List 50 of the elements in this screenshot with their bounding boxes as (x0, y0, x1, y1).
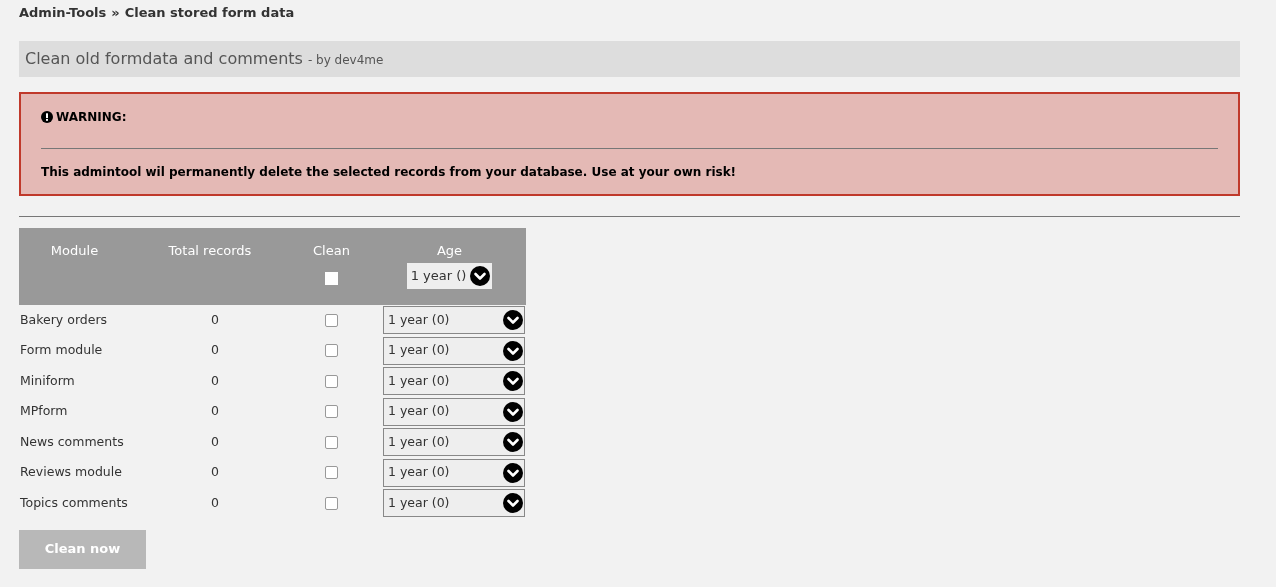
table-cell-text: Form module (19, 341, 104, 360)
chevron-down-icon (503, 493, 523, 514)
chevron-down-icon (503, 310, 523, 331)
warning-title: WARNING: (56, 109, 127, 126)
age-select[interactable]: 1 year (0) (383, 306, 525, 335)
breadcrumb-separator: » (111, 4, 120, 23)
checkbox[interactable] (325, 405, 338, 419)
age-select[interactable]: 1 year (0) (383, 489, 525, 518)
age-select[interactable]: 1 year (0) (383, 458, 525, 487)
checkbox[interactable] (325, 344, 338, 358)
age-select[interactable]: 1 year (0) (383, 336, 525, 365)
chevron-down-icon (503, 462, 523, 483)
breadcrumb-current: Clean stored form data (124, 4, 295, 23)
age-select[interactable]: 1 year (0) (383, 397, 525, 426)
column-header: Module (50, 242, 99, 260)
age-select[interactable]: 1 year (0) (383, 428, 525, 457)
checkbox[interactable] (325, 374, 338, 388)
breadcrumb-link[interactable]: Admin-Tools (19, 3, 107, 23)
select-all-checkbox[interactable] (325, 271, 338, 285)
checkbox[interactable] (325, 313, 338, 327)
panel-byline: - by dev4me (307, 52, 384, 69)
table-cell-text: 0 (211, 463, 219, 482)
chevron-down-icon (503, 340, 523, 361)
table-cell-text: 0 (211, 402, 219, 421)
table-cell-text: News comments (19, 432, 125, 451)
warning-message: This admintool wil permanently delete the selected records from your database. Use at your own risk! (41, 164, 738, 181)
age-select[interactable]: 1 year (0) (383, 367, 525, 396)
checkbox[interactable] (325, 466, 338, 480)
table-cell-text: 0 (211, 341, 219, 360)
table-cell-text: Reviews module (19, 463, 123, 482)
chevron-down-icon (470, 265, 491, 286)
column-header: Age (436, 242, 463, 260)
table-cell-text: Miniform (19, 371, 76, 390)
table-cell-text: MPform (19, 402, 69, 421)
table-cell-text: 0 (211, 493, 219, 512)
chevron-down-icon (503, 401, 523, 422)
table-cell-text: 0 (211, 371, 219, 390)
table-cell-text: 0 (211, 432, 219, 451)
exclamation-icon (41, 111, 53, 123)
age-select[interactable]: 1 year () (406, 262, 493, 289)
panel-title: Clean old formdata and comments (25, 48, 303, 70)
table-cell-text: Bakery orders (19, 310, 109, 329)
checkbox[interactable] (325, 496, 338, 510)
table-cell-text: Topics comments (19, 493, 129, 512)
table-cell-text: 0 (211, 310, 219, 329)
column-header: Clean (313, 242, 350, 260)
checkbox[interactable] (325, 435, 338, 449)
chevron-down-icon (503, 371, 523, 392)
chevron-down-icon (503, 432, 523, 453)
column-header: Total records (168, 242, 252, 260)
